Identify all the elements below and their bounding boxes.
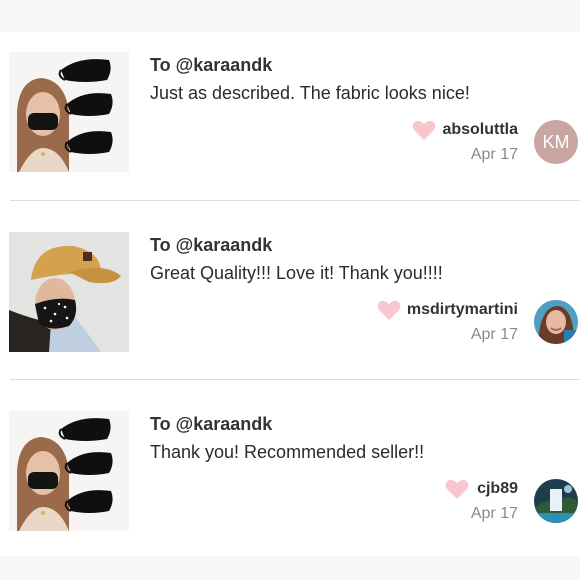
avatar-photo [534, 300, 578, 344]
review-date: Apr 17 [470, 326, 518, 343]
review-message: Thank you! Recommended seller!! [150, 442, 425, 462]
mask-product-image [9, 411, 129, 531]
review-date: Apr 17 [470, 505, 518, 522]
review-message: Just as described. The fabric looks nice… [150, 83, 470, 103]
bottom-band [0, 556, 580, 580]
review-message: Great Quality!!! Love it! Thank you!!!! [150, 263, 443, 283]
review-recipient[interactable]: To @karaandk [150, 55, 272, 76]
reviewer-avatar[interactable]: KM [534, 120, 578, 164]
reviewer-avatar[interactable] [534, 479, 578, 523]
top-band [0, 0, 580, 32]
reviewer-username[interactable]: cjb89 [477, 480, 518, 498]
review-divider [10, 379, 580, 380]
reviewer-username[interactable]: absoluttla [442, 121, 518, 139]
review-recipient[interactable]: To @karaandk [150, 235, 272, 256]
heart-icon[interactable] [445, 478, 469, 500]
heart-icon[interactable] [377, 299, 401, 321]
review-divider [10, 200, 580, 201]
review-thumbnail-3[interactable] [9, 411, 129, 531]
review-date: Apr 17 [470, 146, 518, 163]
mask-product-image [9, 232, 129, 352]
heart-icon[interactable] [412, 119, 436, 141]
mask-product-image [9, 52, 129, 172]
review-thumbnail-2[interactable] [9, 232, 129, 352]
review-item-2: To @karaandk Great Quality!!! Love it! T… [0, 212, 580, 362]
reviewer-username[interactable]: msdirtymartini [407, 301, 518, 319]
review-item-1: To @karaandk Just as described. The fabr… [0, 32, 580, 182]
reviews-page: To @karaandk Just as described. The fabr… [0, 0, 580, 580]
avatar-photo [534, 479, 578, 523]
review-thumbnail-1[interactable] [9, 52, 129, 172]
review-recipient[interactable]: To @karaandk [150, 414, 272, 435]
reviewer-avatar[interactable] [534, 300, 578, 344]
review-item-3: To @karaandk Thank you! Recommended sell… [0, 391, 580, 541]
